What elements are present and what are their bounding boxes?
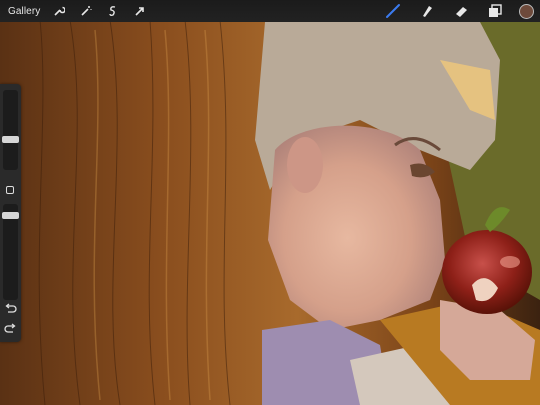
- brush-opacity-slider[interactable]: [2, 204, 19, 300]
- painting-canvas[interactable]: [0, 0, 540, 405]
- ear: [287, 137, 323, 193]
- selection-icon[interactable]: [106, 4, 120, 18]
- undo-icon[interactable]: [4, 302, 17, 315]
- transform-arrow-icon[interactable]: [133, 4, 147, 18]
- brush-icon[interactable]: [385, 3, 401, 19]
- left-sidebar: [0, 84, 21, 342]
- redo-icon[interactable]: [4, 322, 17, 335]
- brush-size-slider[interactable]: [2, 90, 19, 170]
- apple-shine: [500, 256, 520, 268]
- right-tools: [367, 0, 534, 22]
- wrench-icon[interactable]: [52, 4, 66, 18]
- eraser-icon[interactable]: [453, 3, 469, 19]
- smudge-icon[interactable]: [419, 3, 435, 19]
- magic-wand-icon[interactable]: [79, 4, 93, 18]
- layers-icon[interactable]: [487, 3, 503, 19]
- apple: [442, 230, 532, 314]
- gallery-button[interactable]: Gallery: [8, 6, 40, 17]
- top-toolbar: Gallery: [0, 0, 540, 22]
- current-color-swatch[interactable]: [519, 3, 534, 19]
- brush-opacity-knob[interactable]: [2, 212, 19, 219]
- square-icon[interactable]: [6, 186, 14, 194]
- brush-size-knob[interactable]: [2, 136, 19, 143]
